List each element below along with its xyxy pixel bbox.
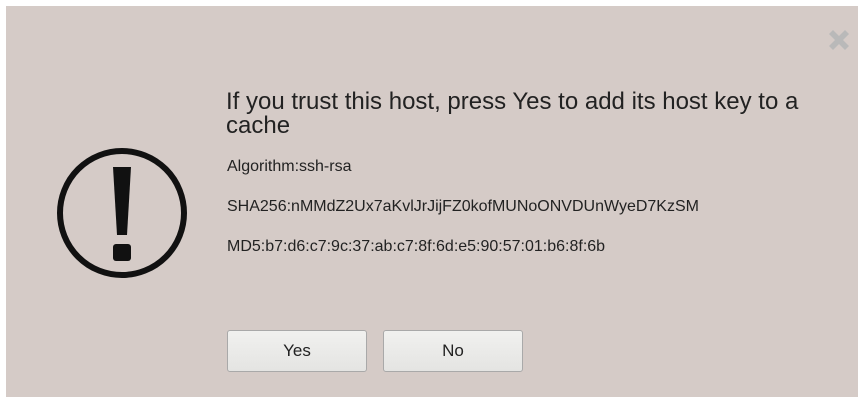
close-icon (829, 30, 849, 50)
md5-fingerprint: MD5:b7:d6:c7:9c:37:ab:c7:8f:6d:e5:90:57:… (227, 238, 606, 255)
algorithm-text: Algorithm:ssh-rsa (227, 158, 352, 175)
dialog-title: If you trust this host, press Yes to add… (226, 88, 799, 139)
close-button[interactable] (824, 25, 854, 55)
sha256-fingerprint: SHA256:nMMdZ2Ux7aKvlJrJijFZ0kofMUNoONVDU… (227, 198, 699, 215)
no-button[interactable]: No (383, 330, 523, 372)
yes-button[interactable]: Yes (227, 330, 367, 372)
exclamation-circle-icon (52, 143, 192, 283)
host-key-dialog: If you trust this host, press Yes to add… (6, 6, 858, 397)
